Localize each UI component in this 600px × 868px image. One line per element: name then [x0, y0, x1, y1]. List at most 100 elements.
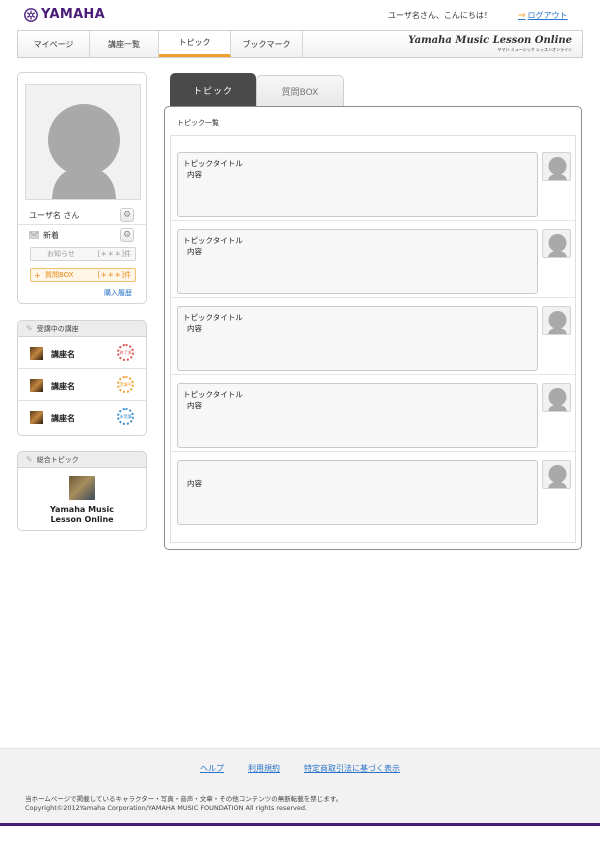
- course-name: 講座名: [51, 350, 75, 359]
- poster-avatar[interactable]: [542, 383, 571, 412]
- topic-content: 内容: [187, 247, 202, 256]
- copyright-notice: 当ホームページで掲載しているキャラクター・写真・音声・文章・その他コンテンツの無…: [25, 795, 343, 803]
- general-topics-panel: ✎ 総合トピック Yamaha Music Lesson Online: [17, 451, 147, 531]
- purchase-history-link[interactable]: 購入履歴: [104, 288, 132, 298]
- panel-title: トピック一覧: [177, 119, 219, 127]
- terms-link[interactable]: 利用規約: [248, 763, 280, 774]
- topic-card[interactable]: トピックタイトル 内容: [177, 152, 538, 217]
- tuning-fork-emblem-icon: [24, 7, 38, 22]
- topic-content: 内容: [187, 479, 202, 488]
- general-topics-title: 総合トピック: [36, 455, 79, 464]
- course-item[interactable]: 講座名 未受講: [18, 401, 146, 433]
- notice-label: お知らせ: [47, 250, 75, 258]
- help-link[interactable]: ヘルプ: [200, 763, 224, 774]
- nav-item-mypage[interactable]: マイページ: [18, 31, 90, 57]
- tab-topic[interactable]: トピック: [170, 73, 256, 107]
- topic-content: 内容: [187, 324, 202, 333]
- footer-notice: 当ホームページで掲載しているキャラクター・写真・音声・文章・その他コンテンツの無…: [25, 795, 342, 813]
- nav-item-course-list[interactable]: 講座一覧: [90, 31, 159, 57]
- tab-question-box-label: 質問BOX: [281, 88, 319, 98]
- user-avatar[interactable]: [25, 84, 141, 200]
- topic-card[interactable]: トピックタイトル 内容: [177, 383, 538, 448]
- poster-avatar[interactable]: [542, 306, 571, 335]
- brand-sub-text: ヤマハ ミュージック レッスンオンライン: [497, 47, 572, 52]
- tab-topic-label: トピック: [192, 86, 233, 97]
- profile-settings-gear-icon[interactable]: ⚙: [120, 208, 134, 222]
- service-brand-logo: Yamaha Music Lesson Online ヤマハ ミュージック レッ…: [408, 31, 582, 57]
- new-arrivals-label: 新着: [43, 230, 59, 240]
- poster-avatar[interactable]: [542, 152, 571, 181]
- course-name: 講座名: [51, 414, 75, 423]
- completed-stamp-icon: 修了済: [117, 344, 134, 361]
- topic-title: トピックタイトル: [183, 390, 243, 399]
- topic-row: 内容: [171, 452, 575, 529]
- pencil-icon: ✎: [26, 455, 33, 464]
- footer: ヘルプ 利用規約 特定商取引法に基づく表示 当ホームページで掲載しているキャラク…: [0, 748, 600, 826]
- poster-avatar[interactable]: [542, 460, 571, 489]
- commercial-law-link[interactable]: 特定商取引法に基づく表示: [304, 763, 400, 774]
- plus-icon: +: [34, 270, 41, 280]
- default-avatar-icon: [48, 104, 120, 199]
- profile-panel: ユーザ名 さん ⚙ 新着 ⚙ お知らせ [＊＊＊]件 + 質問BOX [＊＊＊]…: [17, 72, 147, 304]
- enrolled-courses-title: 受講中の講座: [36, 324, 79, 333]
- course-name: 講座名: [51, 382, 75, 391]
- notice-count: [＊＊＊]件: [97, 250, 131, 258]
- general-topic-name[interactable]: Yamaha Music Lesson Online: [18, 505, 146, 525]
- new-arrivals-row: 新着 ⚙: [18, 227, 146, 243]
- enrolled-courses-header: ✎ 受講中の講座: [18, 321, 146, 337]
- default-avatar-icon: [548, 311, 567, 334]
- topic-title: トピックタイトル: [183, 236, 243, 245]
- not-started-stamp-icon: 未受講: [117, 408, 134, 425]
- topic-list-panel: トピック一覧 トピックタイトル 内容 トピックタイトル 内容 トピックタイトル: [164, 106, 582, 550]
- general-topic-name-line1: Yamaha Music: [50, 505, 114, 514]
- course-thumbnail: [30, 379, 43, 392]
- header: YAMAHA ユーザ名さん、こんにちは！ ⇒ ログアウト: [0, 0, 600, 30]
- logo-text: YAMAHA: [41, 7, 105, 22]
- topic-title: トピックタイトル: [183, 313, 243, 322]
- course-item[interactable]: 講座名 修了済: [18, 337, 146, 369]
- global-nav: マイページ 講座一覧 トピック ブックマーク Yamaha Music Less…: [17, 30, 583, 58]
- topic-row: トピックタイトル 内容: [171, 298, 575, 375]
- topic-content: 内容: [187, 401, 202, 410]
- copyright-text: Copyright©2012Yamaha Corporation/YAMAHA …: [25, 804, 308, 812]
- topic-row: トピックタイトル 内容: [171, 221, 575, 298]
- nav-item-bookmark[interactable]: ブックマーク: [231, 31, 303, 57]
- tab-question-box[interactable]: 質問BOX: [256, 75, 344, 107]
- pencil-icon: ✎: [26, 324, 33, 333]
- notice-count-button[interactable]: お知らせ [＊＊＊]件: [30, 247, 136, 261]
- enrolled-courses-panel: ✎ 受講中の講座 講座名 修了済 講座名 受講中 講座名 未受講: [17, 320, 147, 436]
- yamaha-logo[interactable]: YAMAHA: [24, 7, 105, 22]
- course-thumbnail: [30, 411, 43, 424]
- brand-main-text: Yamaha Music Lesson Online: [408, 35, 572, 46]
- course-thumbnail: [30, 347, 43, 360]
- default-avatar-icon: [548, 157, 567, 180]
- footer-links: ヘルプ 利用規約 特定商取引法に基づく表示: [0, 763, 600, 774]
- general-topic-thumbnail[interactable]: [69, 476, 95, 500]
- topic-card[interactable]: トピックタイトル 内容: [177, 306, 538, 371]
- notifications-gear-icon[interactable]: ⚙: [120, 228, 134, 242]
- nav-item-label: ブックマーク: [242, 39, 291, 49]
- poster-avatar[interactable]: [542, 229, 571, 258]
- nav-item-topic[interactable]: トピック: [159, 31, 231, 57]
- default-avatar-icon: [548, 234, 567, 257]
- topic-list: トピックタイトル 内容 トピックタイトル 内容 トピックタイトル 内容 トピック…: [170, 135, 576, 543]
- logout-label: ログアウト: [527, 11, 568, 20]
- user-greeting: ユーザ名さん、こんにちは！: [388, 11, 492, 20]
- topic-card[interactable]: 内容: [177, 460, 538, 525]
- topic-row: トピックタイトル 内容: [171, 375, 575, 452]
- nav-item-label: マイページ: [33, 39, 74, 49]
- general-topic-name-line2: Lesson Online: [50, 515, 114, 524]
- nav-item-label: 講座一覧: [108, 39, 140, 49]
- default-avatar-icon: [548, 388, 567, 411]
- course-item[interactable]: 講座名 受講中: [18, 369, 146, 401]
- topic-row: トピックタイトル 内容: [171, 144, 575, 221]
- question-box-count: [＊＊＊]件: [97, 271, 131, 279]
- user-name-row: ユーザ名 さん ⚙: [18, 207, 146, 223]
- topic-card[interactable]: トピックタイトル 内容: [177, 229, 538, 294]
- divider: [18, 224, 146, 225]
- in-progress-stamp-icon: 受講中: [117, 376, 134, 393]
- question-box-count-button[interactable]: + 質問BOX [＊＊＊]件: [30, 268, 136, 282]
- user-name: ユーザ名 さん: [29, 210, 80, 220]
- question-box-label: 質問BOX: [45, 271, 74, 279]
- logout-link[interactable]: ⇒ ログアウト: [518, 10, 568, 21]
